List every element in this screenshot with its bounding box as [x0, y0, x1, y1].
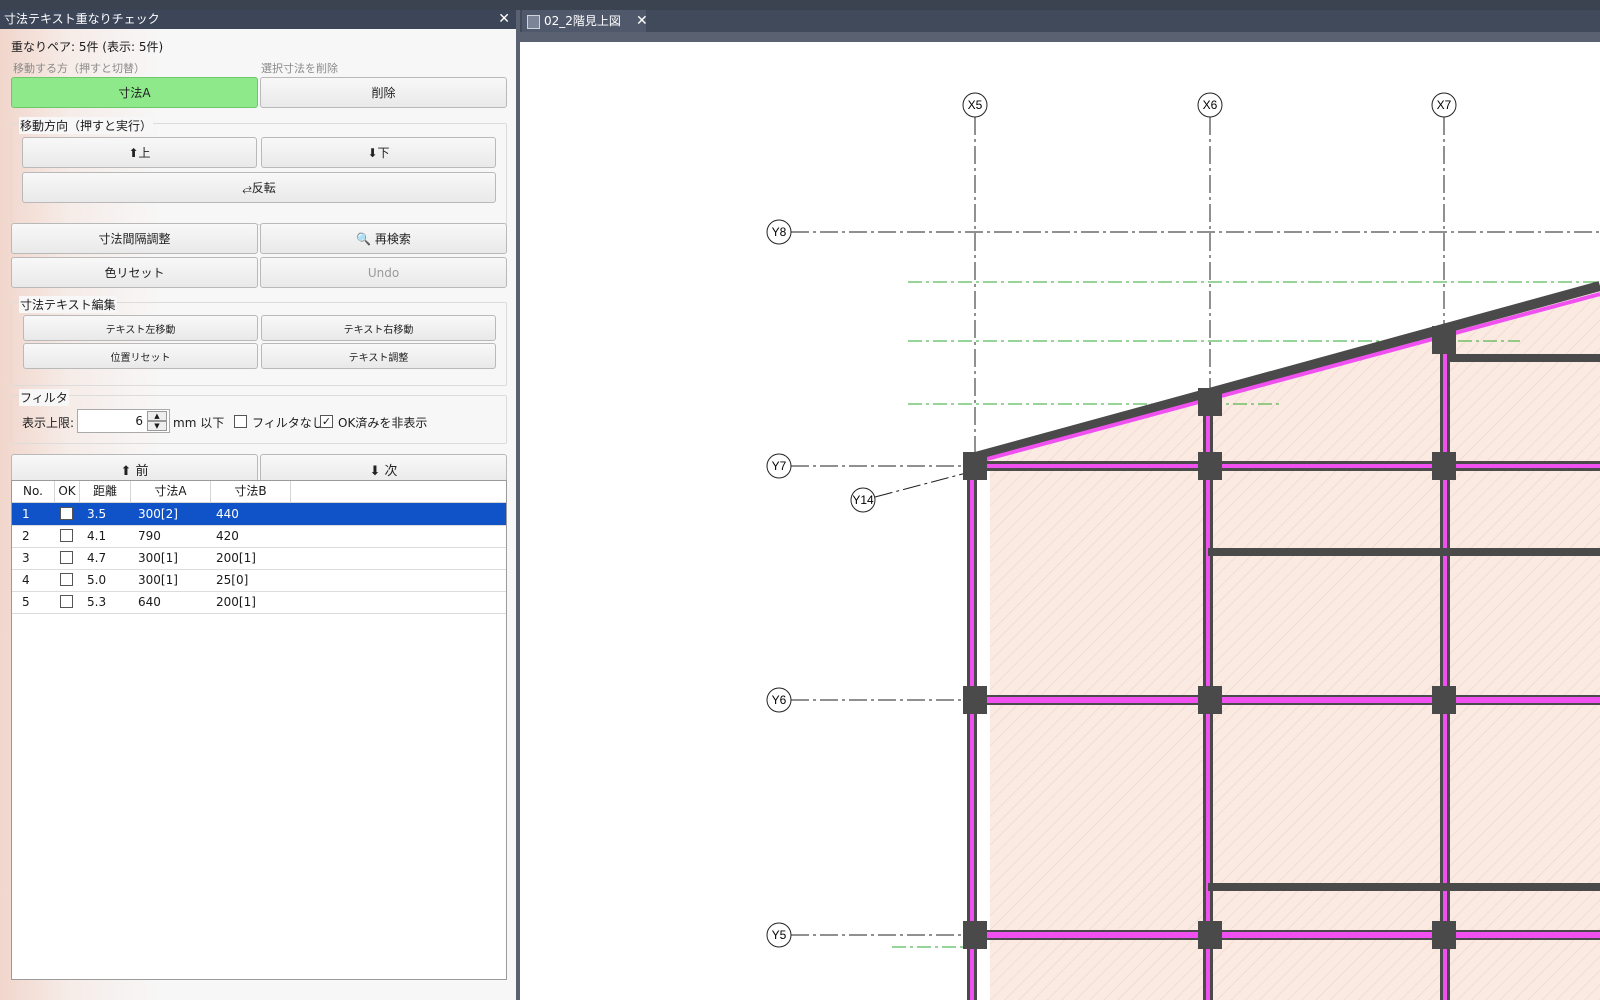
row-dim-a: 300[2]: [138, 507, 178, 521]
move-down-button[interactable]: ⬇下: [261, 137, 496, 168]
slab-area: [990, 286, 1600, 1000]
text-edit-group-label: 寸法テキスト編集: [19, 296, 117, 313]
filter-group-label: フィルタ: [19, 389, 69, 406]
table-header: No. OK 距離 寸法A 寸法B: [12, 481, 506, 503]
row-dim-a: 640: [138, 595, 161, 609]
dimension-spacing-button[interactable]: 寸法間隔調整: [11, 223, 258, 254]
grid-label-x7: X7: [1437, 98, 1452, 112]
row-dim-a: 300[1]: [138, 551, 178, 565]
column-no[interactable]: No.: [12, 481, 55, 502]
row-distance: 5.0: [87, 573, 107, 587]
row-ok-checkbox[interactable]: [60, 595, 73, 608]
overlap-pairs-table[interactable]: No. OK 距離 寸法A 寸法B 1 3.5 300[2] 440 2 4.1 790 42…: [11, 480, 507, 980]
drawing-canvas[interactable]: X5 X6 X7 Y8 Y7 Y14 Y6 Y5: [520, 42, 1600, 1000]
row-distance: 4.1: [87, 529, 107, 543]
panel-title: 寸法テキスト重なりチェック: [4, 12, 160, 26]
delete-button[interactable]: 削除: [260, 77, 507, 108]
text-adjust-button[interactable]: テキスト調整: [261, 343, 496, 369]
stepper-down-icon[interactable]: ▼: [147, 421, 167, 431]
row-no: 3: [22, 551, 30, 565]
row-no: 5: [22, 595, 30, 609]
floor-plan-drawing: X5 X6 X7 Y8 Y7 Y14 Y6 Y5: [766, 92, 1600, 1000]
move-target-toggle-button[interactable]: 寸法A: [11, 77, 258, 108]
row-dim-b: 200[1]: [216, 595, 256, 609]
summary-text: 重なりペア: 5件 (表示: 5件): [11, 40, 164, 54]
row-ok-checkbox[interactable]: [60, 507, 73, 520]
row-ok-checkbox[interactable]: [60, 573, 73, 586]
undo-button[interactable]: Undo: [260, 257, 507, 288]
column-distance[interactable]: 距離: [80, 481, 131, 502]
color-reset-button[interactable]: 色リセット: [11, 257, 258, 288]
row-distance: 4.7: [87, 551, 107, 565]
move-up-button[interactable]: ⬆上: [22, 137, 257, 168]
stepper-up-icon[interactable]: ▲: [147, 411, 167, 421]
limit-value[interactable]: 6: [135, 414, 143, 428]
flip-button[interactable]: ⥄反転: [22, 172, 496, 203]
document-tab-bar: 02_2階見上図 ✕: [520, 10, 1600, 32]
hide-ok-checkbox[interactable]: ✓: [320, 415, 333, 428]
limit-unit: mm 以下: [173, 416, 225, 430]
row-dim-a: 300[1]: [138, 573, 178, 587]
table-row[interactable]: 1 3.5 300[2] 440: [12, 503, 506, 526]
column-dim-a[interactable]: 寸法A: [131, 481, 211, 502]
drawing-file-icon: [527, 15, 540, 29]
research-button[interactable]: 🔍 再検索: [260, 223, 507, 254]
hide-ok-label: OK済みを非表示: [338, 416, 428, 430]
direction-group-label: 移動方向（押すと実行）: [19, 117, 154, 134]
panel-title-bar: 寸法テキスト重なりチェック ✕: [0, 10, 516, 29]
row-no: 4: [22, 573, 30, 587]
table-row[interactable]: 2 4.1 790 420: [12, 525, 506, 548]
row-distance: 3.5: [87, 507, 107, 521]
delete-label: 選択寸法を削除: [261, 62, 338, 75]
grid-label-x5: X5: [968, 98, 983, 112]
table-row[interactable]: 3 4.7 300[1] 200[1]: [12, 547, 506, 570]
text-right-button[interactable]: テキスト右移動: [261, 315, 496, 341]
limit-label: 表示上限:: [22, 416, 75, 430]
row-dim-b: 420: [216, 529, 239, 543]
grid-label-y14: Y14: [852, 493, 874, 507]
position-reset-button[interactable]: 位置リセット: [23, 343, 258, 369]
row-ok-checkbox[interactable]: [60, 529, 73, 542]
grid-label-y5: Y5: [772, 928, 787, 942]
column-dim-b[interactable]: 寸法B: [211, 481, 291, 502]
no-filter-label: フィルタなし: [252, 416, 324, 430]
column-ok[interactable]: OK: [55, 481, 80, 502]
tab-close-icon[interactable]: ✕: [636, 10, 648, 32]
row-distance: 5.3: [87, 595, 107, 609]
grid-label-y7: Y7: [772, 459, 787, 473]
row-dim-b: 25[0]: [216, 573, 249, 587]
row-dim-b: 200[1]: [216, 551, 256, 565]
no-filter-checkbox[interactable]: [234, 415, 247, 428]
row-dim-b: 440: [216, 507, 239, 521]
move-side-label: 移動する方（押すと切替）: [13, 62, 145, 75]
row-no: 2: [22, 529, 30, 543]
grid-label-x6: X6: [1203, 98, 1218, 112]
close-icon[interactable]: ✕: [498, 10, 510, 29]
tab-title: 02_2階見上図: [544, 14, 621, 28]
table-row[interactable]: 5 5.3 640 200[1]: [12, 591, 506, 614]
tab-drawing[interactable]: 02_2階見上図 ✕: [522, 10, 648, 32]
grid-label-y8: Y8: [772, 225, 787, 239]
drawing-document: 02_2階見上図 ✕ X5 X6 X7 Y8 Y7 Y14 Y6 Y5: [520, 10, 1600, 1000]
window-top-bar: [0, 0, 1600, 10]
table-row[interactable]: 4 5.0 300[1] 25[0]: [12, 569, 506, 592]
text-left-button[interactable]: テキスト左移動: [23, 315, 258, 341]
row-dim-a: 790: [138, 529, 161, 543]
grid-label-y6: Y6: [772, 693, 787, 707]
row-no: 1: [22, 507, 30, 521]
limit-stepper[interactable]: 6 ▲ ▼: [77, 409, 170, 433]
row-ok-checkbox[interactable]: [60, 551, 73, 564]
overlap-check-panel: 寸法テキスト重なりチェック ✕ 重なりペア: 5件 (表示: 5件) 移動する方…: [0, 10, 516, 1000]
